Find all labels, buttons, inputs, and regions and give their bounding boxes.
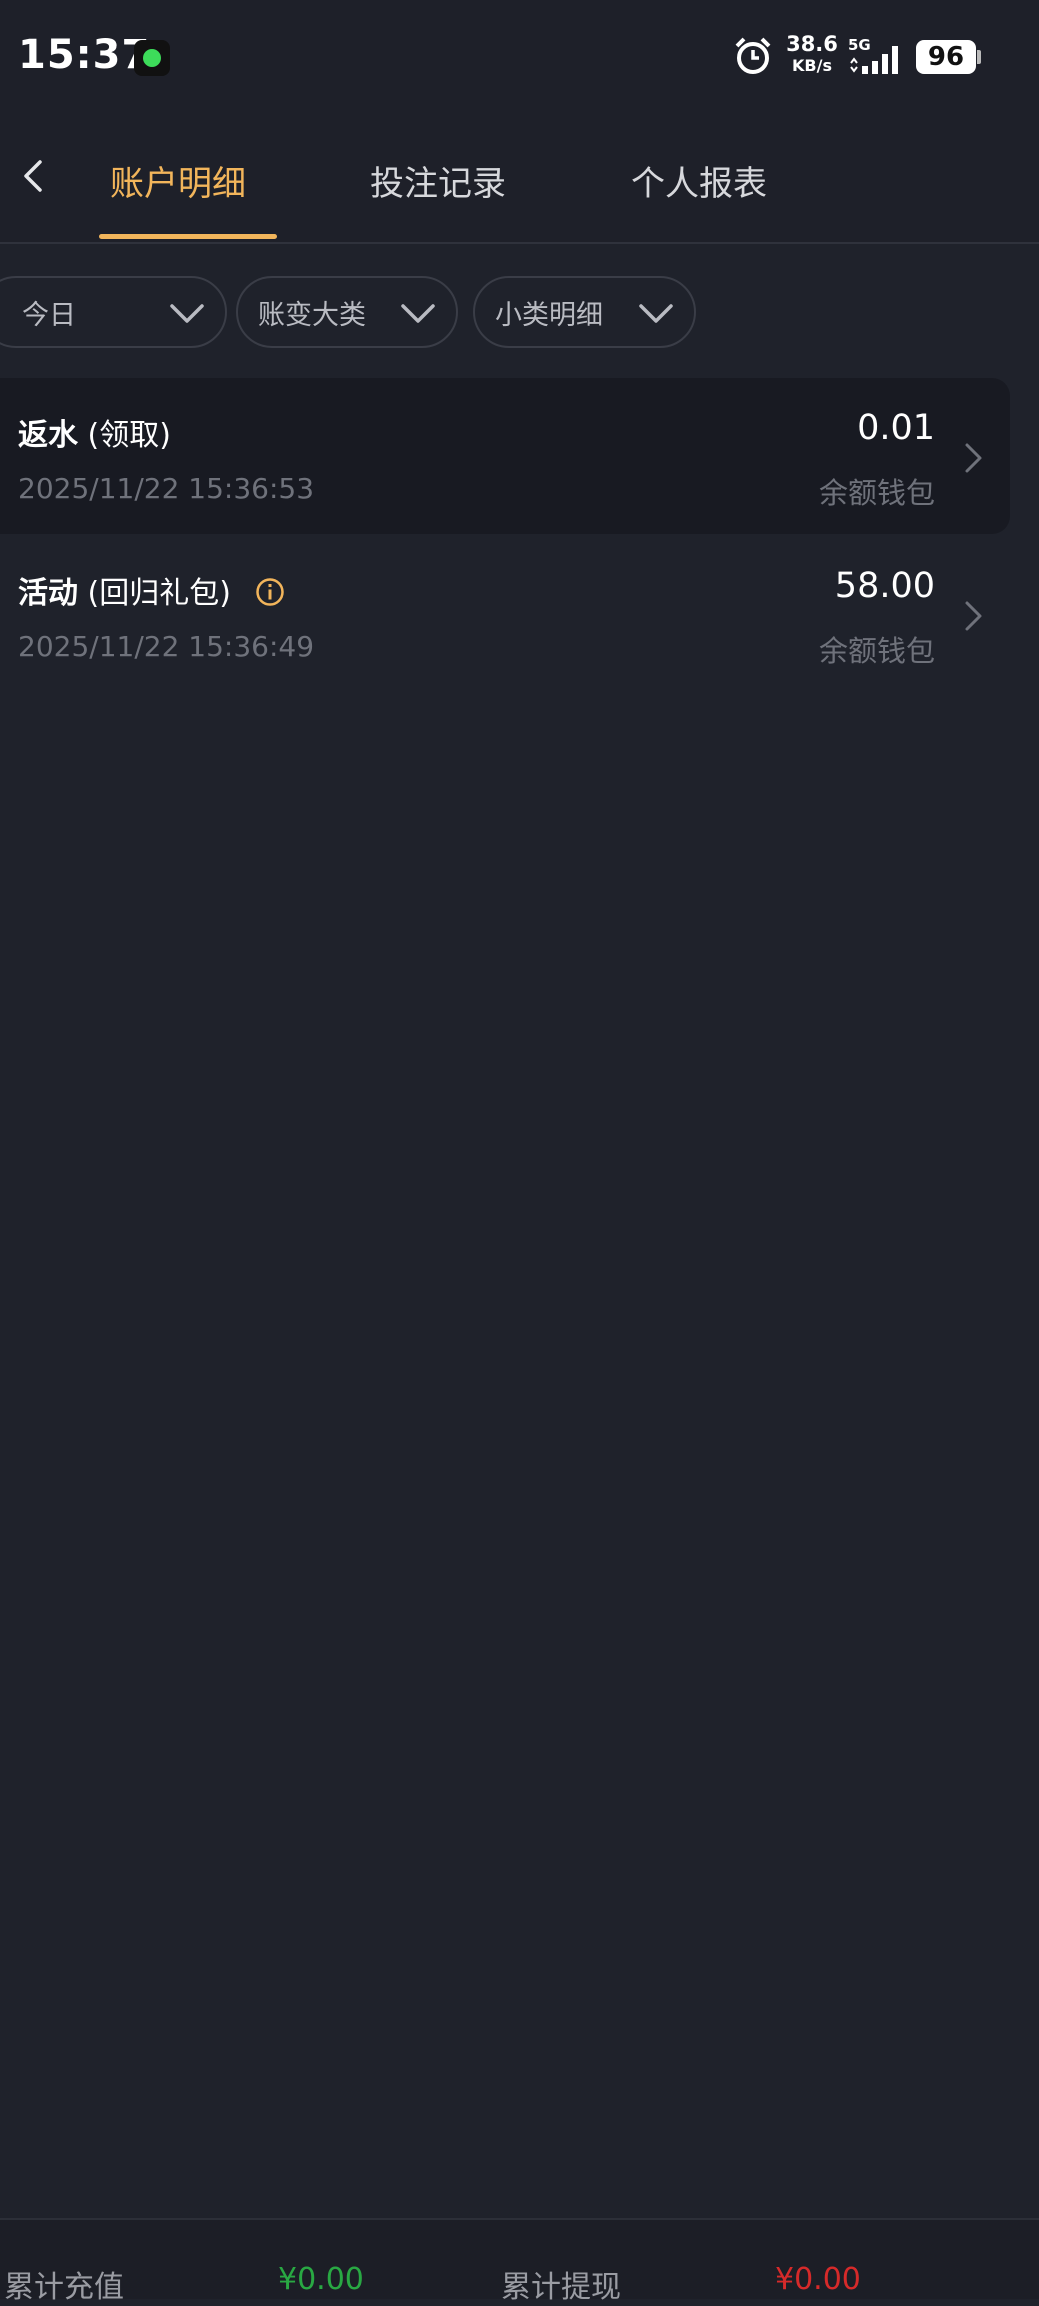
list-item[interactable]: 活动 (回归礼包) 2025/11/22 15:36:49 58.00 余额钱包 <box>0 536 1010 692</box>
filter-date[interactable]: 今日 <box>0 276 227 348</box>
info-icon[interactable] <box>255 577 285 607</box>
deposit-total: ¥0.00 <box>278 2262 364 2297</box>
record-amount: 58.00 <box>834 566 935 606</box>
battery-indicator: 96 <box>916 40 976 74</box>
chevron-down-icon <box>170 304 204 323</box>
record-amount: 0.01 <box>857 408 935 448</box>
active-tab-indicator <box>99 234 277 239</box>
filter-date-label: 今日 <box>22 299 76 331</box>
music-app-icon <box>134 40 170 76</box>
record-type: 活动 <box>18 576 78 611</box>
withdraw-total: ¥0.00 <box>775 2262 861 2297</box>
tab-bet-records[interactable]: 投注记录 <box>370 156 506 205</box>
chevron-down-icon <box>639 304 673 323</box>
record-detail: (领取) <box>87 418 171 453</box>
chevron-down-icon <box>401 304 435 323</box>
filter-subcategory[interactable]: 小类明细 <box>473 276 696 348</box>
record-time: 2025/11/22 15:36:53 <box>18 472 315 505</box>
withdraw-label: 累计提现 <box>501 2270 621 2305</box>
tab-account-details[interactable]: 账户明细 <box>110 156 246 205</box>
top-nav: 账户明细 投注记录 个人报表 <box>0 110 1039 244</box>
battery-tip <box>977 50 981 64</box>
deposit-label: 累计充值 <box>4 2270 124 2305</box>
summary-footer: 累计充值 ¥0.00 累计提现 ¥0.00 <box>0 2218 1039 2305</box>
record-wallet: 余额钱包 <box>818 634 935 668</box>
record-wallet: 余额钱包 <box>818 476 935 510</box>
back-arrow-icon[interactable] <box>14 156 54 196</box>
status-bar: 15:37 38.6 KB/s 5G 96 <box>0 0 1039 110</box>
tab-personal-report[interactable]: 个人报表 <box>631 156 767 205</box>
network-speed: 38.6 KB/s <box>786 32 838 75</box>
list-item[interactable]: 返水 (领取) 2025/11/22 15:36:53 0.01 余额钱包 <box>0 378 1010 534</box>
record-title: 活动 (回归礼包) <box>18 568 285 612</box>
record-type: 返水 <box>18 418 78 453</box>
chevron-right-icon <box>965 601 982 631</box>
record-detail: (回归礼包) <box>87 576 231 611</box>
alarm-icon <box>735 37 771 74</box>
filter-category-label: 账变大类 <box>258 299 366 331</box>
chevron-right-icon <box>965 443 982 473</box>
filter-subcategory-label: 小类明细 <box>495 299 603 331</box>
signal-icon: 5G <box>848 36 906 78</box>
filter-category[interactable]: 账变大类 <box>236 276 458 348</box>
status-time: 15:37 <box>18 32 151 78</box>
record-title: 返水 (领取) <box>18 410 171 454</box>
record-time: 2025/11/22 15:36:49 <box>18 630 315 663</box>
